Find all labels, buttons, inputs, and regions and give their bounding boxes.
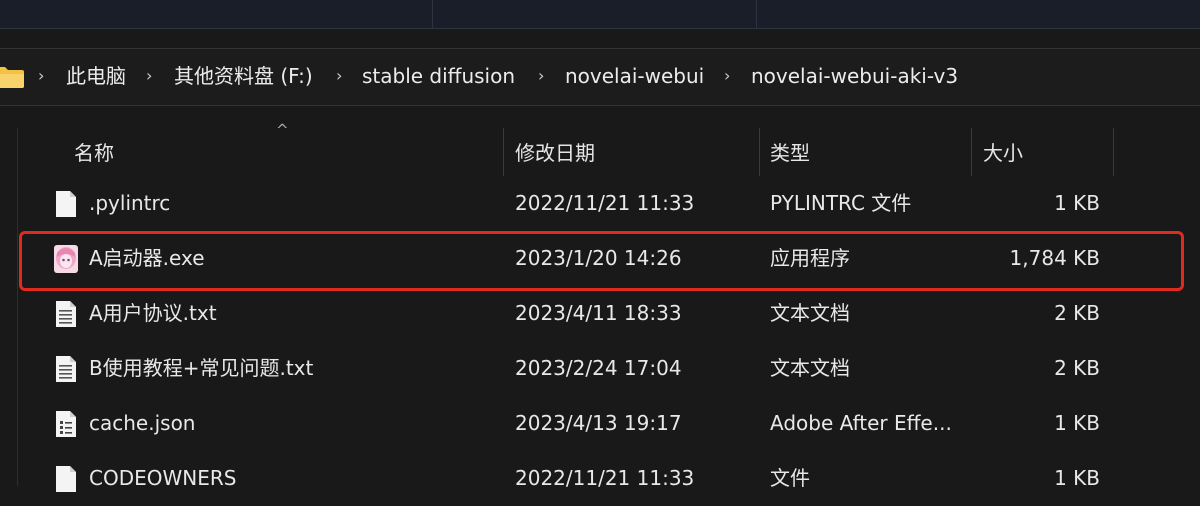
file-type: Adobe After Effe... — [770, 411, 952, 435]
file-modified: 2022/11/21 11:33 — [515, 466, 695, 490]
breadcrumb-chevron-icon[interactable]: › — [724, 62, 730, 90]
highlight-box — [19, 231, 1184, 291]
text-file-icon — [56, 301, 76, 327]
file-type: 文本文档 — [770, 356, 850, 380]
file-size: 1 KB — [1054, 411, 1100, 435]
tab-divider — [756, 0, 757, 28]
sort-ascending-icon: ^ — [276, 121, 289, 139]
file-size: 2 KB — [1054, 301, 1100, 325]
column-header-name[interactable]: 名称 — [74, 140, 114, 166]
json-file-icon — [56, 411, 76, 437]
breadcrumb-item-novelai-webui[interactable]: novelai-webui — [565, 62, 704, 90]
file-name: cache.json — [89, 411, 196, 435]
column-resize-handle[interactable] — [503, 128, 504, 176]
file-name: .pylintrc — [89, 191, 171, 215]
file-modified: 2023/4/11 18:33 — [515, 301, 682, 325]
folder-icon — [0, 67, 24, 88]
file-row[interactable]: A用户协议.txt 2023/4/11 18:33 文本文档 2 KB — [0, 286, 1200, 341]
breadcrumb-item-stable-diffusion[interactable]: stable diffusion — [362, 62, 515, 90]
text-file-icon — [56, 356, 76, 382]
tab-divider — [432, 0, 433, 28]
file-row[interactable]: .pylintrc 2022/11/21 11:33 PYLINTRC 文件 1… — [0, 176, 1200, 231]
breadcrumb-chevron-icon[interactable]: › — [336, 62, 342, 90]
breadcrumb-item-drive-f[interactable]: 其他资料盘 (F:) — [174, 62, 313, 90]
column-resize-handle[interactable] — [1113, 128, 1114, 176]
column-header-modified[interactable]: 修改日期 — [515, 140, 595, 166]
file-type: PYLINTRC 文件 — [770, 191, 912, 215]
column-header-type[interactable]: 类型 — [770, 140, 810, 166]
breadcrumb-item-this-pc[interactable]: 此电脑 — [66, 62, 126, 90]
file-type: 文本文档 — [770, 301, 850, 325]
column-resize-handle[interactable] — [759, 128, 760, 176]
title-bar — [0, 0, 1200, 29]
file-size: 1 KB — [1054, 466, 1100, 490]
column-header-size[interactable]: 大小 — [983, 140, 1023, 166]
file-row[interactable]: CODEOWNERS 2022/11/21 11:33 文件 1 KB — [0, 451, 1200, 506]
breadcrumb-chevron-icon[interactable]: › — [146, 62, 152, 90]
file-size: 1 KB — [1054, 191, 1100, 215]
file-name: A用户协议.txt — [89, 301, 217, 325]
file-modified: 2023/4/13 19:17 — [515, 411, 682, 435]
breadcrumb-chevron-icon[interactable]: › — [38, 62, 44, 90]
column-resize-handle[interactable] — [971, 128, 972, 176]
file-modified: 2022/11/21 11:33 — [515, 191, 695, 215]
blank-file-icon — [56, 466, 76, 492]
file-type: 文件 — [770, 466, 810, 490]
file-row[interactable]: B使用教程+常见问题.txt 2023/2/24 17:04 文本文档 2 KB — [0, 341, 1200, 396]
breadcrumb-chevron-icon[interactable]: › — [538, 62, 544, 90]
file-modified: 2023/2/24 17:04 — [515, 356, 682, 380]
file-row[interactable]: cache.json 2023/4/13 19:17 Adobe After E… — [0, 396, 1200, 451]
file-name: B使用教程+常见问题.txt — [89, 356, 314, 380]
breadcrumb-item-current-folder[interactable]: novelai-webui-aki-v3 — [751, 62, 958, 90]
blank-file-icon — [56, 191, 76, 217]
file-name: CODEOWNERS — [89, 466, 237, 490]
file-size: 2 KB — [1054, 356, 1100, 380]
